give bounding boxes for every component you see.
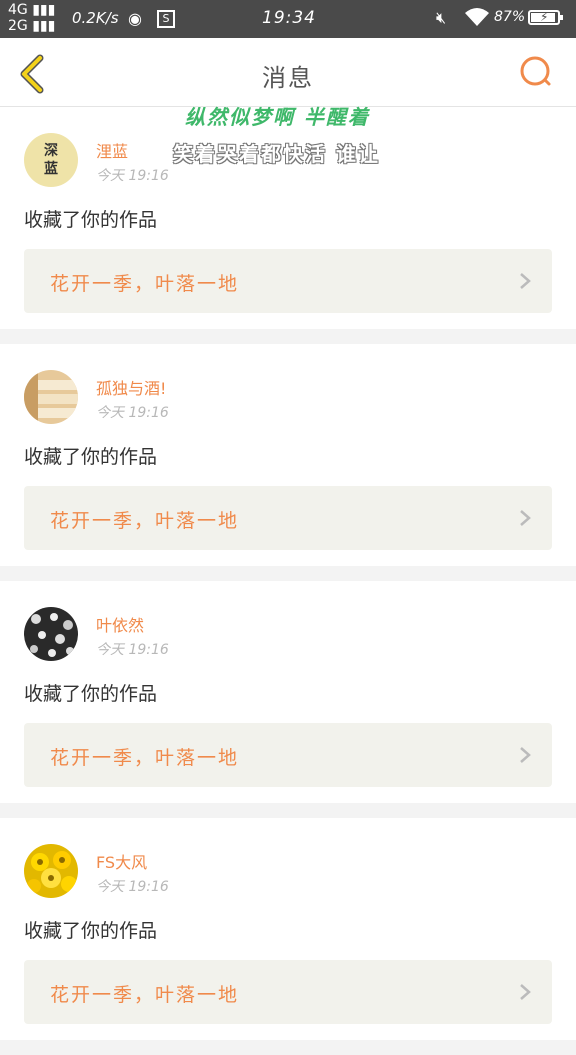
network-2g-label: 2G (8, 18, 28, 34)
work-link[interactable]: 花开一季，叶落一地 (24, 249, 552, 313)
search-icon (520, 56, 551, 86)
timestamp: 今天 19:16 (96, 405, 169, 421)
status-bar: 4G ▮▮▮ 2G ▮▮▮ 0.2K/s ◉ S 19:34 🔇︎ 87% ⚡ (0, 0, 576, 38)
timestamp: 今天 19:16 (96, 879, 169, 895)
wifi-icon (464, 6, 490, 32)
action-text: 收藏了你的作品 (24, 683, 158, 705)
avatar-image (24, 844, 78, 898)
chevron-right-icon (520, 273, 531, 289)
message-card: 孤独与酒! 今天 19:16 收藏了你的作品 花开一季，叶落一地 (0, 344, 576, 566)
s-app-icon: S (157, 10, 175, 28)
chevron-right-icon (520, 747, 531, 763)
avatar-image (24, 370, 78, 424)
avatar[interactable] (24, 370, 78, 424)
signal-icon: ▮▮▮ (32, 2, 56, 18)
avatar[interactable] (24, 844, 78, 898)
timestamp: 今天 19:16 (96, 168, 169, 184)
chevron-right-icon (520, 510, 531, 526)
avatar-text: 蓝 (44, 161, 58, 177)
avatar-image (24, 607, 78, 661)
message-card: 叶依然 今天 19:16 收藏了你的作品 花开一季，叶落一地 (0, 581, 576, 803)
avatar-text: 深 (44, 143, 58, 159)
work-link[interactable]: 花开一季，叶落一地 (24, 723, 552, 787)
network-indicator: 4G ▮▮▮ 2G ▮▮▮ (8, 2, 55, 34)
username[interactable]: 浬蓝 (96, 138, 128, 162)
network-speed: 0.2K/s (72, 9, 119, 27)
lyric-overlay-line2: 笑着哭着都快活 谁让 (173, 142, 380, 166)
action-text: 收藏了你的作品 (24, 920, 158, 942)
work-title: 花开一季，叶落一地 (50, 747, 240, 769)
work-title: 花开一季，叶落一地 (50, 273, 240, 295)
work-link[interactable]: 花开一季，叶落一地 (24, 486, 552, 550)
globe-icon: ◉ (128, 9, 142, 28)
avatar[interactable] (24, 607, 78, 661)
clock: 19:34 (262, 8, 316, 28)
page-title: 消息 (262, 64, 314, 92)
username[interactable]: 叶依然 (96, 612, 144, 636)
work-title: 花开一季，叶落一地 (50, 510, 240, 532)
username[interactable]: 孤独与酒! (96, 375, 166, 399)
chevron-right-icon (520, 984, 531, 1000)
action-text: 收藏了你的作品 (24, 209, 158, 231)
signal-icon: ▮▮▮ (32, 18, 56, 34)
network-4g-label: 4G (8, 2, 28, 18)
message-list: 深 蓝 浬蓝 今天 19:16 收藏了你的作品 花开一季，叶落一地 孤独与酒! … (0, 107, 576, 1055)
battery-percent: 87% (494, 9, 526, 25)
avatar[interactable]: 深 蓝 (24, 133, 78, 187)
username[interactable]: FS大风 (96, 849, 147, 873)
work-link[interactable]: 花开一季，叶落一地 (24, 960, 552, 1024)
timestamp: 今天 19:16 (96, 642, 169, 658)
action-text: 收藏了你的作品 (24, 446, 158, 468)
header: 消息 (0, 38, 576, 107)
work-title: 花开一季，叶落一地 (50, 984, 240, 1006)
mute-icon: 🔇︎ (436, 8, 447, 27)
lyric-overlay-line1: 纵然似梦啊 半醒着 (185, 105, 370, 129)
search-button[interactable] (518, 54, 554, 90)
battery-icon: ⚡ (528, 10, 563, 25)
message-card: FS大风 今天 19:16 收藏了你的作品 花开一季，叶落一地 (0, 818, 576, 1040)
